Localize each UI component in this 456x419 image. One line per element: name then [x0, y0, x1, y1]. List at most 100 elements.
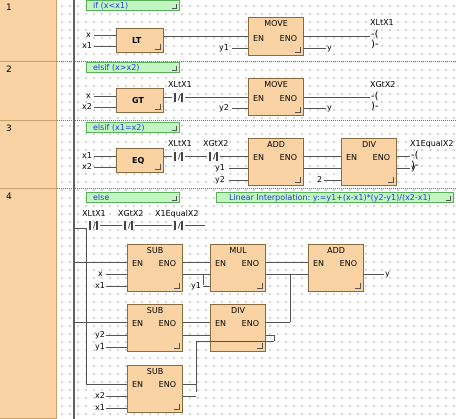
nc-contact-icon[interactable]: / — [122, 221, 135, 230]
wire — [229, 180, 248, 181]
network-comment[interactable]: else — [86, 192, 180, 203]
wire — [290, 274, 291, 322]
resize-grip-icon — [295, 47, 301, 53]
wire — [229, 168, 248, 169]
coil-icon[interactable]: -( )- — [371, 30, 385, 50]
comment-text: elsif (x>x2) — [93, 63, 140, 72]
coil-icon[interactable]: -( )- — [411, 151, 425, 171]
sub-block[interactable]: SUB EN ENO — [127, 244, 183, 292]
wire — [106, 286, 127, 287]
sub-block[interactable]: SUB EN ENO — [127, 304, 183, 352]
wire — [164, 156, 172, 157]
add-block[interactable]: ADD EN ENO — [308, 244, 364, 292]
wire — [304, 97, 370, 98]
block-title: ADD — [327, 246, 345, 255]
resize-grip-icon — [446, 196, 451, 201]
add-block[interactable]: ADD EN ENO — [248, 138, 304, 186]
contact-label: X1EqualX2 — [155, 209, 199, 218]
wire — [164, 36, 248, 37]
wire — [86, 228, 87, 385]
block-title: MOVE — [264, 19, 288, 28]
input-label: y2 — [95, 330, 105, 339]
power-rail — [73, 189, 75, 419]
resize-grip-icon — [174, 404, 180, 410]
resize-grip-icon — [257, 283, 263, 289]
contact-label: XLtX1 — [168, 80, 192, 89]
wire — [185, 97, 248, 98]
block-title: MUL — [229, 246, 247, 255]
resize-grip-icon — [388, 177, 394, 183]
div-block[interactable]: DIV EN ENO — [341, 138, 397, 186]
network-separator — [57, 120, 456, 121]
mul-block[interactable]: MUL EN ENO — [210, 244, 266, 292]
wire — [196, 341, 274, 342]
nc-contact-icon[interactable]: / — [172, 93, 185, 102]
wire — [75, 322, 127, 323]
eno-pin: ENO — [339, 259, 357, 268]
eno-pin: ENO — [158, 380, 176, 389]
input-label: x1 — [95, 281, 105, 290]
en-pin: EN — [132, 319, 144, 328]
resize-grip-icon — [172, 196, 177, 201]
input-label: 2 — [317, 175, 323, 184]
nc-contact-icon[interactable]: / — [207, 152, 220, 161]
gt-block[interactable]: GT — [116, 88, 164, 113]
move-block[interactable]: MOVE EN ENO — [248, 17, 304, 56]
network-comment[interactable]: Linear Interpolation: y:=y1+(x-x1)*(y2-y… — [216, 192, 454, 203]
wire — [185, 156, 207, 157]
output-label: y — [327, 43, 332, 52]
resize-grip-icon — [155, 104, 161, 110]
resize-grip-icon — [172, 66, 177, 71]
network-number-label: 4 — [6, 192, 12, 202]
eq-block[interactable]: EQ — [116, 148, 164, 173]
lt-block[interactable]: LT — [116, 28, 164, 53]
wire — [94, 107, 116, 108]
wire — [75, 262, 127, 263]
resize-grip-icon — [257, 343, 263, 349]
eno-pin: ENO — [241, 259, 259, 268]
network-number-3[interactable]: 3 — [0, 121, 57, 189]
wire — [183, 322, 210, 323]
wire — [183, 274, 210, 275]
wire — [94, 96, 116, 97]
coil-label: X1EqualX2 — [410, 139, 454, 148]
wire — [94, 167, 116, 168]
nc-contact-icon[interactable]: / — [87, 221, 100, 230]
en-pin: EN — [313, 259, 325, 268]
block-title: SUB — [146, 306, 164, 315]
wire — [185, 225, 205, 226]
eno-pin: ENO — [158, 259, 176, 268]
wire — [304, 168, 341, 169]
wire — [266, 262, 308, 263]
div-block[interactable]: DIV EN ENO — [210, 304, 266, 352]
resize-grip-icon — [295, 177, 301, 183]
resize-grip-icon — [355, 283, 361, 289]
network-comment[interactable]: elsif (x1=x2) — [86, 122, 180, 133]
resize-grip-icon — [155, 164, 161, 170]
nc-contact-icon[interactable]: / — [172, 152, 185, 161]
network-comment[interactable]: if (x<x1) — [86, 0, 180, 11]
network-number-2[interactable]: 2 — [0, 62, 57, 121]
ladder-editor[interactable]: 1 2 3 4 if (x<x1) x x1 LT MOVE EN ENO y1… — [0, 0, 456, 419]
network-comment[interactable]: elsif (x>x2) — [86, 62, 180, 73]
wire — [304, 48, 326, 49]
network-number-1[interactable]: 1 — [0, 0, 57, 62]
wire — [203, 286, 210, 287]
comment-text: Linear Interpolation: y:=y1+(x-x1)*(y2-y… — [229, 193, 431, 202]
input-label: x2 — [95, 391, 105, 400]
eno-pin: ENO — [279, 153, 297, 162]
comment-text: else — [93, 193, 110, 202]
block-title: DIV — [231, 306, 245, 315]
contact-label: XGtX2 — [203, 139, 229, 148]
block-title: SUB — [146, 246, 164, 255]
sub-block[interactable]: SUB EN ENO — [127, 365, 183, 413]
coil-icon[interactable]: -( )- — [371, 92, 385, 112]
input-label: x1 — [82, 41, 92, 50]
resize-grip-icon — [172, 126, 177, 131]
nc-contact-icon[interactable]: / — [172, 221, 185, 230]
network-number-label: 1 — [6, 3, 12, 13]
input-label: y1 — [215, 163, 225, 172]
move-block[interactable]: MOVE EN ENO — [248, 78, 304, 116]
wire — [232, 108, 248, 109]
network-number-4[interactable]: 4 — [0, 189, 57, 419]
